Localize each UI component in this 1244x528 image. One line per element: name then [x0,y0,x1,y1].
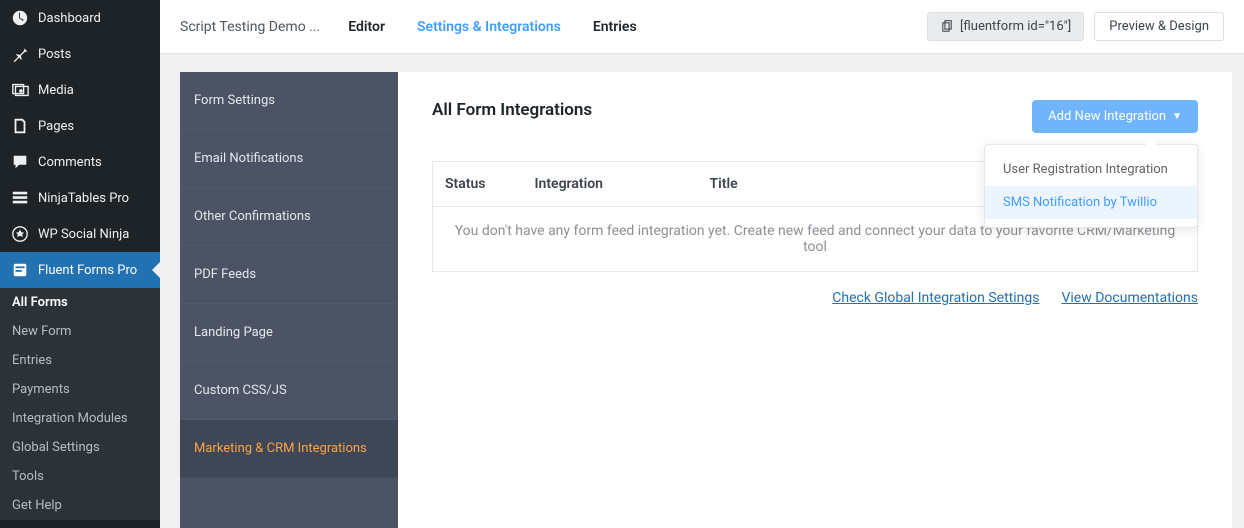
topbar: Script Testing Demo ... Editor Settings … [160,0,1244,54]
tab-editor[interactable]: Editor [348,19,385,35]
body: Form Settings Email Notifications Other … [160,54,1244,528]
submenu-integration-modules[interactable]: Integration Modules [0,404,160,433]
link-global-integration-settings[interactable]: Check Global Integration Settings [832,290,1039,306]
dashboard-icon [10,8,30,28]
dropdown-user-registration[interactable]: User Registration Integration [985,153,1197,186]
nav-email-notifications[interactable]: Email Notifications [180,130,398,188]
integration-dropdown: User Registration Integration SMS Notifi… [984,144,1198,228]
menu-ninjatables-label: NinjaTables Pro [38,191,129,206]
add-btn-label: Add New Integration [1048,109,1166,124]
nav-landing-page[interactable]: Landing Page [180,304,398,362]
page-title: All Form Integrations [432,100,592,120]
th-integration: Integration [523,162,698,207]
preview-design-button[interactable]: Preview & Design [1094,12,1224,41]
menu-pages[interactable]: Pages [0,108,160,144]
dropdown-sms-twilio[interactable]: SMS Notification by Twillio [985,186,1197,219]
main-area: Script Testing Demo ... Editor Settings … [160,0,1244,528]
submenu-global-settings[interactable]: Global Settings [0,433,160,462]
menu-wpsocial[interactable]: WP Social Ninja [0,216,160,252]
menu-media-label: Media [38,83,74,98]
nav-pdf-feeds[interactable]: PDF Feeds [180,246,398,304]
menu-wpsocial-label: WP Social Ninja [38,227,129,242]
menu-dashboard-label: Dashboard [38,11,101,26]
tab-settings-integrations[interactable]: Settings & Integrations [417,19,561,35]
submenu-entries[interactable]: Entries [0,346,160,375]
media-icon [10,80,30,100]
shortcode-text: [fluentform id="16"] [960,19,1071,34]
nav-marketing-crm[interactable]: Marketing & CRM Integrations [180,420,398,478]
link-view-documentations[interactable]: View Documentations [1061,290,1198,306]
submenu-all-forms[interactable]: All Forms [0,288,160,317]
menu-posts[interactable]: Posts [0,36,160,72]
admin-sidebar: Dashboard Posts Media Pages Comments Nin… [0,0,160,528]
content-panel: All Form Integrations Add New Integratio… [398,72,1232,528]
menu-pages-label: Pages [38,119,74,134]
menu-comments-label: Comments [38,155,102,170]
star-icon [10,224,30,244]
submenu-new-form[interactable]: New Form [0,317,160,346]
settings-nav: Form Settings Email Notifications Other … [180,72,398,528]
table-icon [10,188,30,208]
fluentforms-submenu: All Forms New Form Entries Payments Inte… [0,288,160,520]
submenu-get-help[interactable]: Get Help [0,491,160,520]
submenu-tools[interactable]: Tools [0,462,160,491]
nav-form-settings[interactable]: Form Settings [180,72,398,130]
nav-custom-css-js[interactable]: Custom CSS/JS [180,362,398,420]
form-title: Script Testing Demo ... [180,19,320,35]
form-icon [10,260,30,280]
pin-icon [10,44,30,64]
menu-posts-label: Posts [38,47,71,62]
menu-ninjatables[interactable]: NinjaTables Pro [0,180,160,216]
menu-fluentforms-label: Fluent Forms Pro [38,263,137,278]
tab-entries[interactable]: Entries [593,19,637,35]
comment-icon [10,152,30,172]
footer-links: Check Global Integration Settings View D… [432,290,1198,306]
copy-icon [940,20,954,34]
menu-dashboard[interactable]: Dashboard [0,0,160,36]
menu-fluentforms[interactable]: Fluent Forms Pro [0,252,160,288]
pages-icon [10,116,30,136]
menu-comments[interactable]: Comments [0,144,160,180]
shortcode-box[interactable]: [fluentform id="16"] [927,12,1084,41]
th-status: Status [433,162,523,207]
add-new-integration-button[interactable]: Add New Integration ▼ [1032,100,1198,133]
submenu-payments[interactable]: Payments [0,375,160,404]
nav-other-confirmations[interactable]: Other Confirmations [180,188,398,246]
menu-media[interactable]: Media [0,72,160,108]
chevron-down-icon: ▼ [1172,111,1182,122]
